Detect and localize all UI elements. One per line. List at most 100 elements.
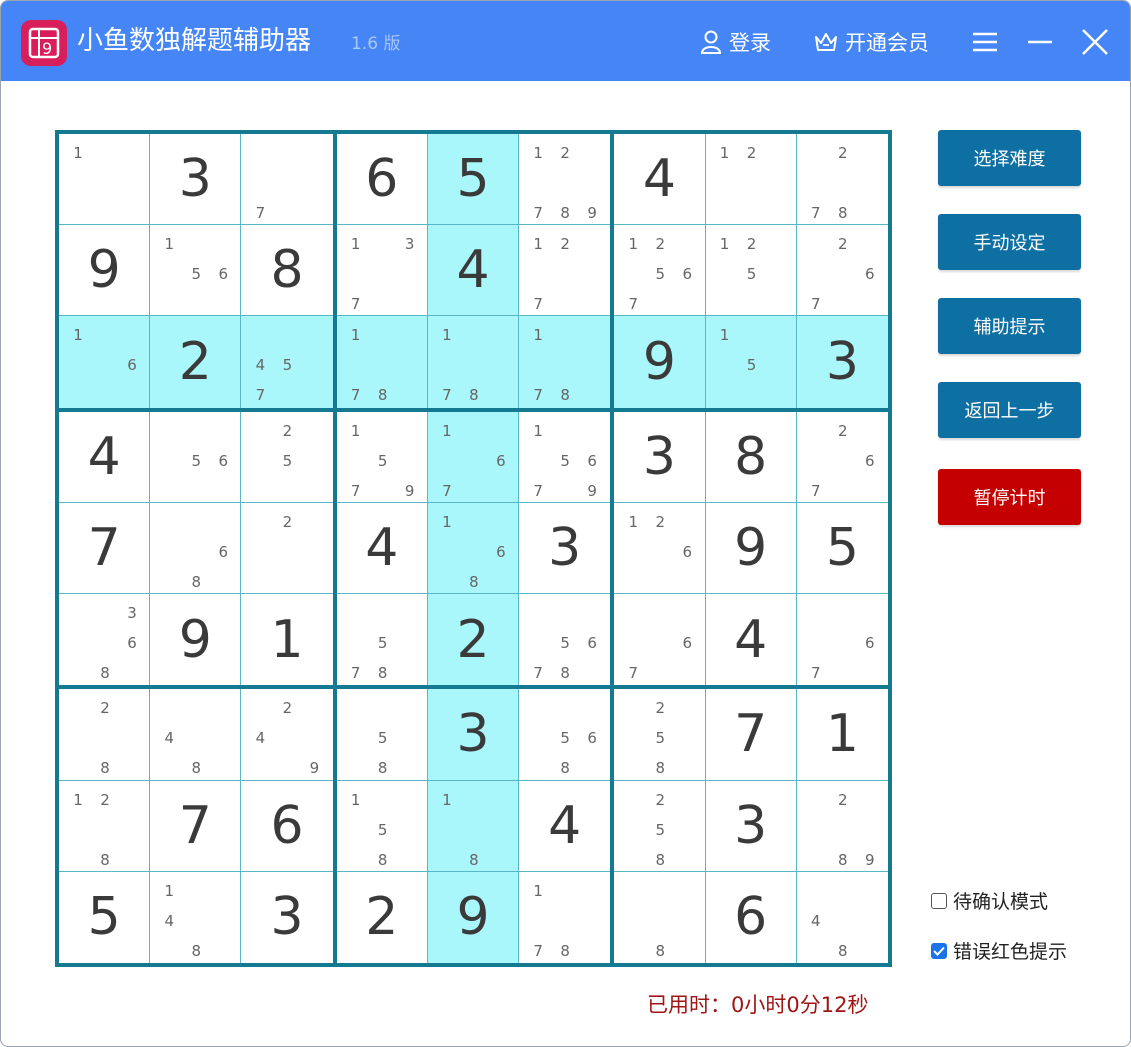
sudoku-cell[interactable]: 3 — [241, 871, 333, 963]
sudoku-cell[interactable]: 1 — [796, 689, 888, 781]
checkbox-unchecked-icon[interactable] — [931, 892, 947, 909]
sudoku-cell[interactable]: 4 — [705, 594, 797, 686]
close-icon[interactable] — [1078, 25, 1112, 59]
pending-mode-checkbox[interactable]: 待确认模式 — [931, 887, 1048, 914]
sudoku-cell[interactable]: 6 — [336, 134, 428, 226]
sudoku-cell[interactable]: 8 — [705, 411, 797, 503]
sudoku-cell[interactable]: 1 — [59, 134, 151, 226]
sudoku-cell[interactable]: 9 — [150, 594, 242, 686]
sudoku-cell[interactable]: 68 — [150, 502, 242, 595]
sudoku-cell[interactable]: 6 — [705, 871, 797, 963]
sudoku-cell[interactable]: 58 — [336, 689, 428, 781]
vip-button[interactable]: 开通会员 — [813, 25, 929, 59]
sudoku-cell[interactable]: 28 — [59, 689, 151, 781]
error-red-hint-checkbox[interactable]: 错误红色提示 — [931, 937, 1067, 964]
login-button[interactable]: 登录 — [699, 25, 771, 59]
undo-button[interactable]: 返回上一步 — [938, 382, 1081, 438]
sudoku-cell[interactable]: 16 — [59, 316, 151, 408]
sudoku-cell[interactable]: 8 — [614, 871, 706, 963]
sudoku-cell[interactable]: 8 — [241, 225, 333, 317]
sudoku-cell[interactable]: 56 — [150, 411, 242, 503]
sudoku-cell[interactable]: 18 — [427, 780, 520, 872]
sudoku-cell[interactable]: 12 789 — [519, 134, 611, 226]
sudoku-cell[interactable]: 3 — [705, 780, 797, 872]
cell-candidate: 6 — [587, 634, 597, 653]
sudoku-cell[interactable]: 26 7 — [796, 225, 888, 317]
sudoku-cell[interactable]: 1 3 7 — [336, 225, 428, 317]
manual-setup-button[interactable]: 手动设定 — [938, 214, 1081, 270]
sudoku-cell[interactable]: 1 48 — [150, 871, 242, 963]
sudoku-cell[interactable]: 568 — [519, 689, 611, 781]
sudoku-cell[interactable]: 457 — [241, 316, 333, 408]
sudoku-cell[interactable]: 1 78 — [336, 316, 428, 408]
sudoku-cell[interactable]: 1 68 — [427, 502, 520, 595]
sudoku-cell[interactable]: 7 — [241, 134, 333, 226]
sudoku-cell[interactable]: 156 7 9 — [519, 411, 611, 503]
sudoku-cell[interactable]: 3 — [796, 316, 888, 408]
sudoku-cell[interactable]: 48 — [150, 689, 242, 781]
cell-candidate: 2 — [282, 421, 293, 440]
sudoku-cell[interactable]: 4 — [59, 411, 151, 503]
sudoku-cell[interactable]: 15 — [705, 316, 797, 408]
sudoku-cell[interactable]: 2 5 8 — [614, 780, 706, 872]
sudoku-cell[interactable]: 9 — [614, 316, 706, 408]
sudoku-cell[interactable]: 5 — [427, 134, 520, 226]
select-difficulty-button[interactable]: 选择难度 — [938, 130, 1081, 186]
sudoku-cell[interactable]: 4 — [614, 134, 706, 226]
sudoku-cell[interactable]: 12 5 — [705, 225, 797, 317]
sudoku-cell[interactable]: 48 — [796, 871, 888, 963]
sudoku-cell[interactable]: 7 — [59, 502, 151, 595]
sudoku-cell[interactable]: 4 — [427, 225, 520, 317]
sudoku-cell[interactable]: 9 — [427, 871, 520, 963]
sudoku-cell[interactable]: 2 — [336, 871, 428, 963]
sudoku-cell[interactable]: 2 78 — [796, 134, 888, 226]
vip-label: 开通会员 — [845, 31, 929, 55]
sudoku-cell[interactable]: 5 — [796, 502, 888, 595]
sudoku-cell[interactable]: 3 — [519, 502, 611, 595]
sudoku-cell[interactable]: 2 5 8 — [614, 689, 706, 781]
sudoku-cell[interactable]: 9 — [705, 502, 797, 595]
sudoku-cell[interactable]: 126 — [614, 502, 706, 595]
hamburger-icon[interactable] — [969, 25, 1003, 59]
sudoku-cell[interactable]: 9 — [59, 225, 151, 317]
minimize-icon[interactable] — [1023, 25, 1057, 59]
sudoku-cell[interactable]: 12 7 — [519, 225, 611, 317]
sudoku-cell[interactable]: 3 — [614, 411, 706, 503]
sudoku-cell[interactable]: 67 — [614, 594, 706, 686]
sudoku-cell[interactable]: 67 — [796, 594, 888, 686]
sudoku-cell[interactable]: 7 — [705, 689, 797, 781]
sudoku-cell[interactable]: 12 — [705, 134, 797, 226]
sudoku-cell[interactable]: 2 — [150, 316, 242, 408]
sudoku-cell[interactable]: 2 — [241, 502, 333, 595]
sudoku-cell[interactable]: 578 — [336, 594, 428, 686]
sudoku-cell[interactable]: 5 — [59, 871, 151, 963]
sudoku-cell[interactable]: 3 — [150, 134, 242, 226]
sudoku-cell[interactable]: 15 8 — [336, 780, 428, 872]
sudoku-cell[interactable]: 4 — [519, 780, 611, 872]
sudoku-cell[interactable]: 7 — [150, 780, 242, 872]
sudoku-cell[interactable]: 1 78 — [519, 316, 611, 408]
sudoku-cell[interactable]: 24 9 — [241, 689, 333, 781]
sudoku-cell[interactable]: 56 78 — [519, 594, 611, 686]
hint-button[interactable]: 辅助提示 — [938, 298, 1081, 354]
sudoku-cell[interactable]: 12 56 7 — [614, 225, 706, 317]
sudoku-cell[interactable]: 12 8 — [59, 780, 151, 872]
cell-candidate: 3 — [127, 604, 137, 623]
sudoku-cell[interactable]: 25 — [241, 411, 333, 503]
sudoku-cell[interactable]: 3 68 — [59, 594, 151, 686]
cell-candidate: 8 — [560, 759, 570, 778]
sudoku-cell[interactable]: 2 — [427, 594, 520, 686]
sudoku-cell[interactable]: 1 78 — [427, 316, 520, 408]
sudoku-cell[interactable]: 1579 — [336, 411, 428, 503]
sudoku-cell[interactable]: 1 — [241, 594, 333, 686]
pause-timer-button[interactable]: 暂停计时 — [938, 469, 1081, 525]
sudoku-cell[interactable]: 26 7 — [796, 411, 888, 503]
sudoku-cell[interactable]: 3 — [427, 689, 520, 781]
sudoku-cell[interactable]: 2 89 — [796, 780, 888, 872]
checkbox-checked-icon[interactable] — [931, 942, 947, 959]
sudoku-cell[interactable]: 1 6 7 — [427, 411, 520, 503]
sudoku-cell[interactable]: 156 — [150, 225, 242, 317]
sudoku-cell[interactable]: 1 78 — [519, 871, 611, 963]
sudoku-cell[interactable]: 4 — [336, 502, 428, 595]
sudoku-cell[interactable]: 6 — [241, 780, 333, 872]
